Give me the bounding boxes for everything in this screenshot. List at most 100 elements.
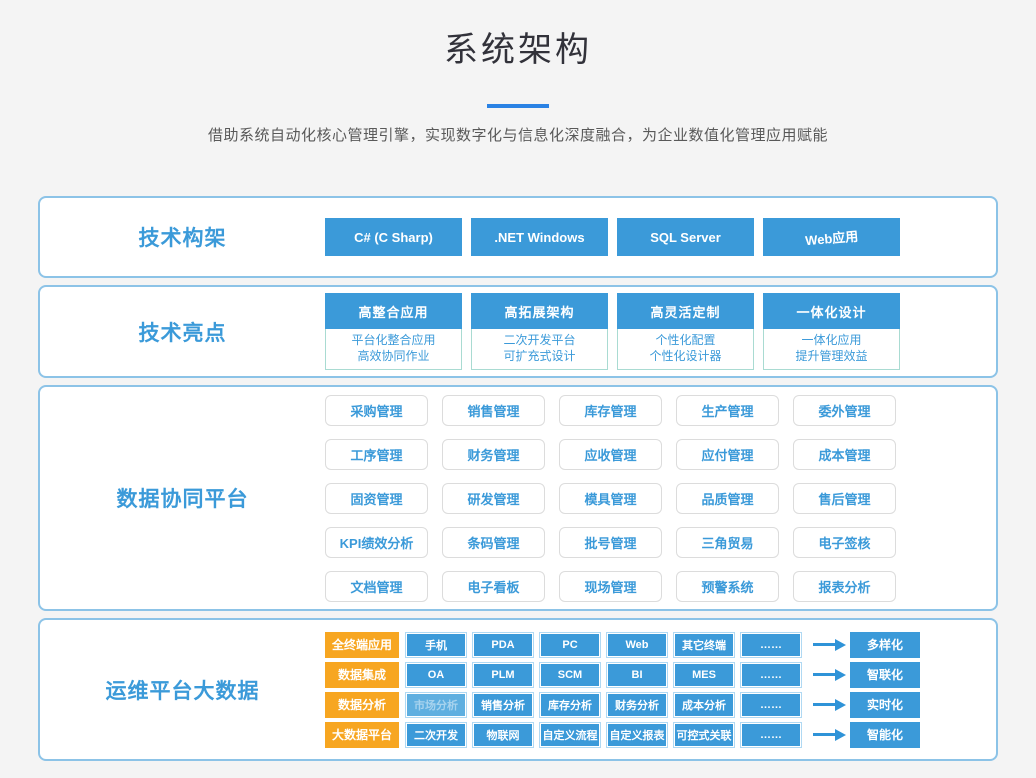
module-chip-16[interactable]: 条码管理: [442, 527, 545, 558]
bigdata-item-3-3[interactable]: 自定义报表: [607, 723, 667, 747]
highlight-card-line1: 二次开发平台: [472, 332, 607, 348]
module-chip-15[interactable]: KPI绩效分析: [325, 527, 428, 558]
bigdata-item-1-1[interactable]: PLM: [473, 663, 533, 687]
section-label-highlights: 技术亮点: [139, 322, 227, 345]
module-chip-8[interactable]: 应付管理: [676, 439, 779, 470]
bigdata-result-2[interactable]: 实时化: [850, 692, 920, 718]
bigdata-item-3-5[interactable]: ……: [741, 723, 801, 747]
arrow-right-icon: [813, 669, 846, 681]
title-underline: [487, 104, 549, 108]
module-chip-6[interactable]: 财务管理: [442, 439, 545, 470]
module-chip-9[interactable]: 成本管理: [793, 439, 896, 470]
module-chip-19[interactable]: 电子签核: [793, 527, 896, 558]
module-chip-24[interactable]: 报表分析: [793, 571, 896, 602]
module-chip-5[interactable]: 工序管理: [325, 439, 428, 470]
highlight-card-1: 高拓展架构二次开发平台可扩充式设计: [471, 293, 608, 370]
bigdata-item-3-0[interactable]: 二次开发: [406, 723, 466, 747]
arrow-shaft: [813, 643, 835, 646]
page-header: 系统架构 借助系统自动化核心管理引擎，实现数字化与信息化深度融合，为企业数值化管…: [0, 0, 1036, 145]
section-highlights: 技术亮点 高整合应用平台化整合应用高效协同作业高拓展架构二次开发平台可扩充式设计…: [38, 285, 998, 378]
tech-stack-button-3[interactable]: Web应用: [763, 218, 900, 256]
arrow-right-icon: [813, 699, 846, 711]
highlight-card-title: 高灵活定制: [617, 293, 754, 329]
highlight-card-body: 个性化配置个性化设计器: [617, 329, 754, 370]
module-chip-20[interactable]: 文档管理: [325, 571, 428, 602]
bigdata-item-0-4[interactable]: 其它终端: [674, 633, 734, 657]
architecture-sections: 技术构架 C# (C Sharp).NET WindowsSQL ServerW…: [38, 196, 998, 761]
tech-stack-button-2[interactable]: SQL Server: [617, 218, 754, 256]
bigdata-item-3-4[interactable]: 可控式关联: [674, 723, 734, 747]
module-chip-11[interactable]: 研发管理: [442, 483, 545, 514]
bigdata-category-1: 数据集成: [325, 662, 399, 688]
tech-stack-button-0[interactable]: C# (C Sharp): [325, 218, 462, 256]
bigdata-result-0[interactable]: 多样化: [850, 632, 920, 658]
section-label-data-platform: 数据协同平台: [117, 488, 249, 511]
module-chip-12[interactable]: 模具管理: [559, 483, 662, 514]
bigdata-item-0-0[interactable]: 手机: [406, 633, 466, 657]
bigdata-item-0-5[interactable]: ……: [741, 633, 801, 657]
bigdata-item-1-4[interactable]: MES: [674, 663, 734, 687]
bigdata-label-zone: 运维平台大数据: [40, 675, 325, 705]
section-data-platform: 数据协同平台 采购管理销售管理库存管理生产管理委外管理工序管理财务管理应收管理应…: [38, 385, 998, 611]
highlight-card-line2: 个性化设计器: [618, 348, 753, 364]
arrow-head: [835, 669, 846, 681]
module-chip-13[interactable]: 品质管理: [676, 483, 779, 514]
tech-stack-label-zone: 技术构架: [40, 222, 325, 252]
section-bigdata: 运维平台大数据 全终端应用手机 PDA PC Web 其它终端 …… 多样化数据集成 OA PL…: [38, 618, 998, 761]
platform-label-zone: 数据协同平台: [40, 483, 325, 513]
module-chip-7[interactable]: 应收管理: [559, 439, 662, 470]
bigdata-item-2-4[interactable]: 成本分析: [674, 693, 734, 717]
bigdata-row-3: 大数据平台二次开发物联网自定义流程自定义报表可控式关联……智能化: [325, 722, 920, 748]
arrow-head: [835, 639, 846, 651]
bigdata-item-3-2[interactable]: 自定义流程: [540, 723, 600, 747]
arrow-head: [835, 729, 846, 741]
bigdata-item-2-1[interactable]: 销售分析: [473, 693, 533, 717]
arrow-right-icon: [813, 729, 846, 741]
highlight-card-body: 二次开发平台可扩充式设计: [471, 329, 608, 370]
bigdata-item-1-5[interactable]: ……: [741, 663, 801, 687]
bigdata-result-1[interactable]: 智联化: [850, 662, 920, 688]
module-chip-4[interactable]: 委外管理: [793, 395, 896, 426]
bigdata-item-2-0[interactable]: 市场分析: [406, 693, 466, 717]
module-chip-21[interactable]: 电子看板: [442, 571, 545, 602]
highlight-card-line1: 个性化配置: [618, 332, 753, 348]
module-chip-17[interactable]: 批号管理: [559, 527, 662, 558]
bigdata-item-0-1[interactable]: PDA: [473, 633, 533, 657]
tech-stack-button-1[interactable]: .NET Windows: [471, 218, 608, 256]
bigdata-row-0: 全终端应用手机 PDA PC Web 其它终端 …… 多样化: [325, 632, 920, 658]
module-chip-0[interactable]: 采购管理: [325, 395, 428, 426]
bigdata-rows: 全终端应用手机 PDA PC Web 其它终端 …… 多样化数据集成 OA PLM SCM BI ME…: [325, 632, 920, 748]
bigdata-item-2-5[interactable]: ……: [741, 693, 801, 717]
module-chip-3[interactable]: 生产管理: [676, 395, 779, 426]
bigdata-item-1-3[interactable]: BI: [607, 663, 667, 687]
module-chip-2[interactable]: 库存管理: [559, 395, 662, 426]
highlight-cards: 高整合应用平台化整合应用高效协同作业高拓展架构二次开发平台可扩充式设计高灵活定制…: [325, 293, 900, 370]
bigdata-row-2: 数据分析市场分析销售分析库存分析财务分析成本分析 …… 实时化: [325, 692, 920, 718]
bigdata-item-0-2[interactable]: PC: [540, 633, 600, 657]
bigdata-category-2: 数据分析: [325, 692, 399, 718]
arrow-shaft: [813, 733, 835, 736]
highlight-card-3: 一体化设计一体化应用提升管理效益: [763, 293, 900, 370]
module-chip-14[interactable]: 售后管理: [793, 483, 896, 514]
highlight-card-0: 高整合应用平台化整合应用高效协同作业: [325, 293, 462, 370]
arrow-shaft: [813, 673, 835, 676]
highlight-card-title: 高整合应用: [325, 293, 462, 329]
highlight-card-body: 一体化应用提升管理效益: [763, 329, 900, 370]
highlights-label-zone: 技术亮点: [40, 317, 325, 347]
module-chip-18[interactable]: 三角贸易: [676, 527, 779, 558]
bigdata-category-0: 全终端应用: [325, 632, 399, 658]
bigdata-result-3[interactable]: 智能化: [850, 722, 920, 748]
bigdata-item-0-3[interactable]: Web: [607, 633, 667, 657]
bigdata-item-3-1[interactable]: 物联网: [473, 723, 533, 747]
module-chip-22[interactable]: 现场管理: [559, 571, 662, 602]
bigdata-item-1-2[interactable]: SCM: [540, 663, 600, 687]
bigdata-item-2-2[interactable]: 库存分析: [540, 693, 600, 717]
bigdata-item-2-3[interactable]: 财务分析: [607, 693, 667, 717]
module-chip-10[interactable]: 固资管理: [325, 483, 428, 514]
module-chip-23[interactable]: 预警系统: [676, 571, 779, 602]
highlight-card-line2: 高效协同作业: [326, 348, 461, 364]
highlight-card-line2: 可扩充式设计: [472, 348, 607, 364]
module-chip-1[interactable]: 销售管理: [442, 395, 545, 426]
bigdata-item-1-0[interactable]: OA: [406, 663, 466, 687]
section-label-tech-stack: 技术构架: [139, 227, 227, 250]
